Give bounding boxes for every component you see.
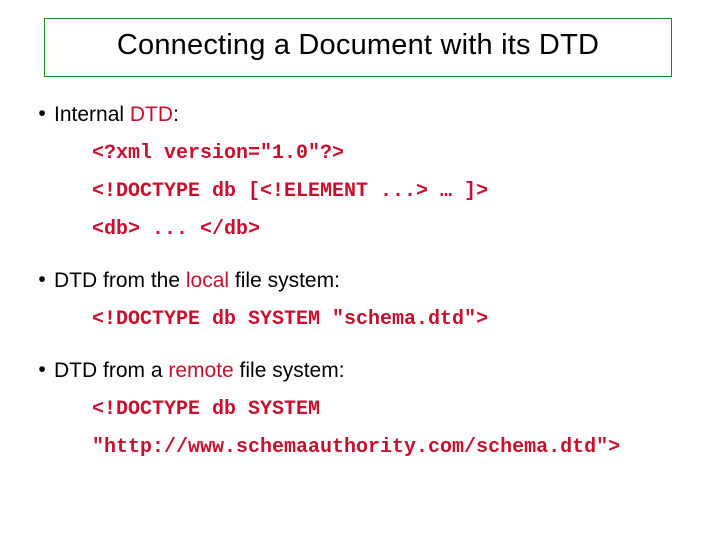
bullet-remote-fs: • DTD from a remote file system: [30, 358, 690, 384]
code-line-2a: <!DOCTYPE db SYSTEM "schema.dtd"> [92, 308, 690, 332]
bullet-text-3: DTD from a remote file system: [54, 358, 345, 384]
bullet-glyph: • [30, 102, 54, 126]
code-line-1b: <!DOCTYPE db [<!ELEMENT ...> … ]> [92, 180, 690, 204]
bullet-text-2: DTD from the local file system: [54, 268, 340, 294]
code-block-3: <!DOCTYPE db SYSTEM "http://www.schemaau… [92, 398, 690, 460]
bullet-glyph: • [30, 268, 54, 292]
slide-content: • Internal DTD: <?xml version="1.0"?> <!… [30, 102, 690, 482]
bullet1-post: : [173, 103, 179, 126]
bullet3-red: remote [168, 359, 233, 382]
bullet3-post: file system: [234, 359, 345, 382]
bullet-local-fs: • DTD from the local file system: [30, 268, 690, 294]
bullet2-post: file system: [229, 269, 340, 292]
bullet2-pre: DTD from the [54, 269, 186, 292]
bullet-glyph: • [30, 358, 54, 382]
code-block-2: <!DOCTYPE db SYSTEM "schema.dtd"> [92, 308, 690, 332]
bullet3-pre: DTD from a [54, 359, 168, 382]
bullet1-red: DTD [130, 103, 173, 126]
code-block-1: <?xml version="1.0"?> <!DOCTYPE db [<!EL… [92, 142, 690, 242]
slide-title: Connecting a Document with its DTD [53, 29, 663, 62]
code-line-3b: "http://www.schemaauthority.com/schema.d… [92, 436, 690, 460]
code-line-3a: <!DOCTYPE db SYSTEM [92, 398, 690, 422]
code-line-1c: <db> ... </db> [92, 218, 690, 242]
bullet-text-1: Internal DTD: [54, 102, 179, 128]
title-box: Connecting a Document with its DTD [44, 18, 672, 77]
code-line-1a: <?xml version="1.0"?> [92, 142, 690, 166]
bullet1-pre: Internal [54, 103, 130, 126]
bullet2-red: local [186, 269, 229, 292]
bullet-internal-dtd: • Internal DTD: [30, 102, 690, 128]
